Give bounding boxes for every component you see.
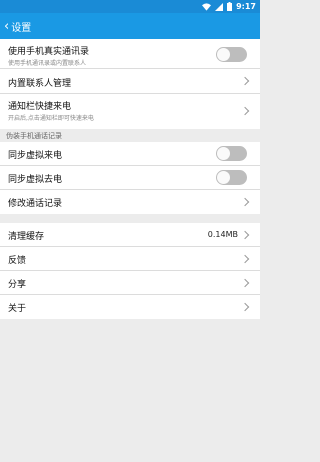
page-title: 设置 — [11, 22, 32, 34]
row-sync-incoming[interactable]: 同步虚拟来电 — [0, 142, 260, 166]
app-bar: ‹ 设置 — [0, 13, 260, 39]
row-title: 同步虚拟去电 — [8, 175, 63, 185]
battery-icon — [227, 2, 233, 11]
row-title: 关于 — [8, 304, 27, 314]
status-bar: 9:17 — [0, 0, 260, 13]
toggle-knob — [217, 147, 230, 160]
sync-incoming-toggle[interactable] — [216, 146, 247, 161]
row-title: 使用手机真实通讯录 — [8, 47, 90, 57]
row-feedback[interactable]: 反馈 — [0, 247, 260, 271]
toggle-knob — [217, 48, 230, 61]
status-time: 9:17 — [236, 2, 256, 11]
section-header-fake-call-log: 伪装手机通话记录 — [0, 130, 260, 142]
row-builtin-contacts[interactable]: 内置联系人管理 — [0, 69, 260, 94]
sync-outgoing-toggle[interactable] — [216, 170, 247, 185]
row-notification-shortcut[interactable]: 通知栏快捷来电 开启后,点击通知栏即可快速来电 — [0, 94, 260, 129]
chevron-right-icon — [240, 106, 250, 116]
row-about[interactable]: 关于 — [0, 295, 260, 319]
row-subtitle: 使用手机通讯录或内置联系人 — [8, 60, 87, 67]
row-title: 内置联系人管理 — [8, 79, 72, 89]
chevron-right-icon — [240, 254, 250, 264]
row-title: 分享 — [8, 280, 27, 290]
toggle-knob — [217, 171, 230, 184]
chevron-right-icon — [240, 278, 250, 288]
row-title: 通知栏快捷来电 — [8, 102, 72, 112]
chevron-right-icon — [240, 230, 250, 240]
row-title: 清理缓存 — [8, 232, 45, 242]
row-clear-cache[interactable]: 清理缓存 0.14MB — [0, 223, 260, 247]
wifi-icon — [202, 2, 212, 11]
settings-group-call-log: 同步虚拟来电 同步虚拟去电 修改通话记录 — [0, 142, 260, 214]
row-edit-call-log[interactable]: 修改通话记录 — [0, 190, 260, 214]
row-title: 修改通话记录 — [8, 199, 63, 209]
row-title: 反馈 — [8, 256, 27, 266]
signal-icon — [215, 2, 224, 11]
cache-size-value: 0.14MB — [207, 230, 238, 239]
settings-group-contacts: 使用手机真实通讯录 使用手机通讯录或内置联系人 内置联系人管理 通知栏快捷来电 … — [0, 39, 260, 129]
row-subtitle: 开启后,点击通知栏即可快速来电 — [8, 115, 94, 122]
back-arrow-icon: ‹ — [4, 18, 10, 34]
chevron-right-icon — [240, 76, 250, 86]
chevron-right-icon — [240, 302, 250, 312]
settings-group-general: 清理缓存 0.14MB 反馈 分享 关于 — [0, 223, 260, 319]
status-icons: 9:17 — [202, 1, 256, 12]
row-sync-outgoing[interactable]: 同步虚拟去电 — [0, 166, 260, 190]
row-share[interactable]: 分享 — [0, 271, 260, 295]
use-real-contacts-toggle[interactable] — [216, 47, 247, 62]
row-use-real-contacts[interactable]: 使用手机真实通讯录 使用手机通讯录或内置联系人 — [0, 39, 260, 69]
row-title: 同步虚拟来电 — [8, 151, 63, 161]
back-button[interactable]: ‹ 设置 — [0, 13, 37, 39]
chevron-right-icon — [240, 197, 250, 207]
